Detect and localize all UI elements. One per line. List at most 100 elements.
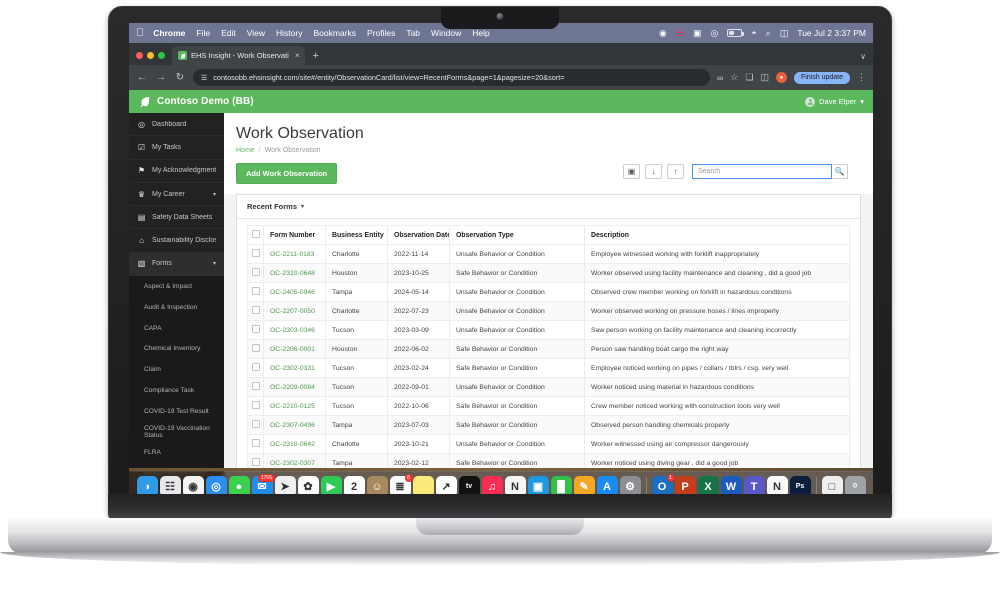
row-checkbox[interactable]: [252, 458, 260, 466]
sidebar-subitem-flra[interactable]: FLRA: [129, 442, 224, 463]
row-checkbox[interactable]: [252, 420, 260, 428]
download-export-icon[interactable]: ↓: [645, 164, 662, 179]
column-header-observation-type[interactable]: Observation Type: [450, 226, 585, 245]
menu-item-history[interactable]: History: [276, 28, 302, 38]
sidebar-item-my-tasks[interactable]: ☑My Tasks: [129, 136, 224, 159]
screen-mirroring-icon[interactable]: ◉: [659, 28, 667, 39]
form-number-link[interactable]: OC-2303-0346: [270, 327, 315, 334]
sidebar-subitem-capa[interactable]: CAPA: [129, 318, 224, 339]
row-checkbox[interactable]: [252, 401, 260, 409]
menu-item-help[interactable]: Help: [472, 28, 489, 38]
row-checkbox[interactable]: [252, 439, 260, 447]
table-row[interactable]: OC-2307-0496Tampa2023-07-03Safe Behavior…: [248, 416, 850, 435]
view-selector[interactable]: Recent Forms ▾: [237, 195, 860, 219]
maximize-window-button[interactable]: [158, 52, 165, 59]
battery-icon[interactable]: [727, 29, 742, 37]
address-bar[interactable]: ☰ contosobb.ehsinsight.com/site#/entity/…: [193, 69, 710, 86]
browser-menu-button[interactable]: ⋮: [857, 72, 866, 83]
grammarly-icon[interactable]: ◎: [710, 28, 718, 39]
table-row[interactable]: OC-2310-0648Houston2023-10-25Safe Behavi…: [248, 264, 850, 283]
form-number-link[interactable]: OC-2310-0642: [270, 441, 315, 448]
spotlight-search-icon[interactable]: ⌕: [766, 28, 771, 39]
sidebar-item-safety-data-sheets[interactable]: ▤Safety Data Sheets: [129, 206, 224, 229]
form-number-link[interactable]: OC-2302-0307: [270, 460, 315, 467]
form-number-link[interactable]: OC-2210-0125: [270, 403, 315, 410]
form-number-link[interactable]: OC-2206-0001: [270, 346, 315, 353]
search-icon[interactable]: 🔍: [832, 164, 848, 179]
wifi-icon[interactable]: ◓: [751, 28, 756, 38]
row-checkbox[interactable]: [252, 249, 260, 257]
column-chooser-icon[interactable]: ▣: [623, 164, 640, 179]
bookmark-star-icon[interactable]: ☆: [730, 72, 738, 83]
row-checkbox[interactable]: [252, 382, 260, 390]
menu-item-tab[interactable]: Tab: [406, 28, 420, 38]
sidebar-subitem-covid-19-test-result[interactable]: COVID-19 Test Result: [129, 401, 224, 422]
table-row[interactable]: OC-2209-0084Tucson2022-09-01Unsafe Behav…: [248, 378, 850, 397]
form-number-link[interactable]: OC-2310-0648: [270, 270, 315, 277]
sidebar-item-my-career[interactable]: ♛My Career▾: [129, 183, 224, 206]
menu-item-chrome[interactable]: Chrome: [153, 28, 185, 38]
sidebar-subitem-claim[interactable]: Claim: [129, 359, 224, 380]
form-number-link[interactable]: OC-2307-0496: [270, 422, 315, 429]
finish-update-button[interactable]: Finish update: [794, 72, 850, 84]
menu-item-file[interactable]: File: [196, 28, 210, 38]
reload-button[interactable]: ↻: [174, 72, 186, 83]
form-number-link[interactable]: OC-2209-0084: [270, 384, 315, 391]
tune-icon[interactable]: ☰: [201, 74, 207, 82]
column-header-observation-date[interactable]: Observation Date: [388, 226, 450, 245]
row-checkbox[interactable]: [252, 287, 260, 295]
sidebar-item-dashboard[interactable]: ◎Dashboard: [129, 113, 224, 136]
breadcrumb-home-link[interactable]: Home: [236, 147, 255, 154]
side-panel-icon[interactable]: ◫: [760, 72, 769, 83]
minimize-window-button[interactable]: [147, 52, 154, 59]
browser-tab-active[interactable]: EHS Insight - Work Observati ×: [172, 46, 305, 65]
profile-avatar[interactable]: ●: [776, 72, 787, 83]
close-window-button[interactable]: [136, 52, 143, 59]
sidebar-subitem-audit-inspection[interactable]: Audit & Inspection: [129, 297, 224, 318]
form-number-link[interactable]: OC-2207-0050: [270, 308, 315, 315]
menu-item-view[interactable]: View: [247, 28, 265, 38]
control-center-icon[interactable]: ◫: [780, 28, 789, 39]
select-all-checkbox[interactable]: [252, 230, 260, 238]
user-menu[interactable]: Dave Elper ▾: [805, 97, 864, 107]
link-icon[interactable]: ∞: [717, 73, 723, 83]
table-row[interactable]: OC-2405-0946Tampa2024-05-14Unsafe Behavi…: [248, 283, 850, 302]
row-checkbox[interactable]: [252, 363, 260, 371]
column-header-form-number[interactable]: Form Number: [264, 226, 326, 245]
add-work-observation-button[interactable]: Add Work Observation: [236, 163, 337, 184]
table-row[interactable]: OC-2207-0050Charlotte2022-07-23Unsafe Be…: [248, 302, 850, 321]
table-row[interactable]: OC-2211-0183Charlotte2022-11-14Unsafe Be…: [248, 245, 850, 264]
todoist-icon[interactable]: ☷: [676, 28, 684, 39]
table-row[interactable]: OC-2302-0331Tucson2023-02-24Safe Behavio…: [248, 359, 850, 378]
table-row[interactable]: OC-2206-0001Houston2022-06-02Safe Behavi…: [248, 340, 850, 359]
chevron-down-icon[interactable]: ∨: [860, 52, 873, 65]
menu-item-edit[interactable]: Edit: [221, 28, 236, 38]
sidebar-subitem-chemical-inventory[interactable]: Chemical Inventory: [129, 338, 224, 359]
new-tab-button[interactable]: +: [312, 50, 318, 65]
search-input[interactable]: [692, 164, 832, 179]
menu-item-bookmarks[interactable]: Bookmarks: [313, 28, 356, 38]
sidebar-item-my-acknowledgments[interactable]: ⚑My Acknowledgments: [129, 160, 224, 183]
menu-item-window[interactable]: Window: [431, 28, 461, 38]
row-checkbox[interactable]: [252, 268, 260, 276]
extension-puzzle-icon[interactable]: ❏: [745, 72, 753, 83]
table-row[interactable]: OC-2210-0125Tucson2022-10-06Safe Behavio…: [248, 397, 850, 416]
row-checkbox[interactable]: [252, 306, 260, 314]
sidebar-subitem-compliance-task[interactable]: Compliance Task: [129, 380, 224, 401]
table-row[interactable]: OC-2303-0346Tucson2023-03-09Unsafe Behav…: [248, 321, 850, 340]
close-tab-icon[interactable]: ×: [295, 51, 300, 60]
row-checkbox[interactable]: [252, 325, 260, 333]
sidebar-item-sustainability-disclosure[interactable]: ⌂Sustainability Disclosure: [129, 229, 224, 252]
column-header-business-entity[interactable]: Business Entity: [326, 226, 388, 245]
upload-import-icon[interactable]: ↑: [667, 164, 684, 179]
table-row[interactable]: OC-2310-0642Charlotte2023-10-21Unsafe Be…: [248, 435, 850, 454]
notion-icon[interactable]: ▣: [693, 28, 702, 39]
row-checkbox[interactable]: [252, 344, 260, 352]
back-button[interactable]: ←: [136, 72, 148, 83]
menu-bar-clock[interactable]: Tue Jul 2 3:37 PM: [797, 28, 866, 38]
forward-button[interactable]: →: [155, 72, 167, 83]
column-header-description[interactable]: Description: [585, 226, 850, 245]
form-number-link[interactable]: OC-2405-0946: [270, 289, 315, 296]
menu-item-profiles[interactable]: Profiles: [367, 28, 395, 38]
apple-logo-icon[interactable]: : [136, 28, 144, 39]
